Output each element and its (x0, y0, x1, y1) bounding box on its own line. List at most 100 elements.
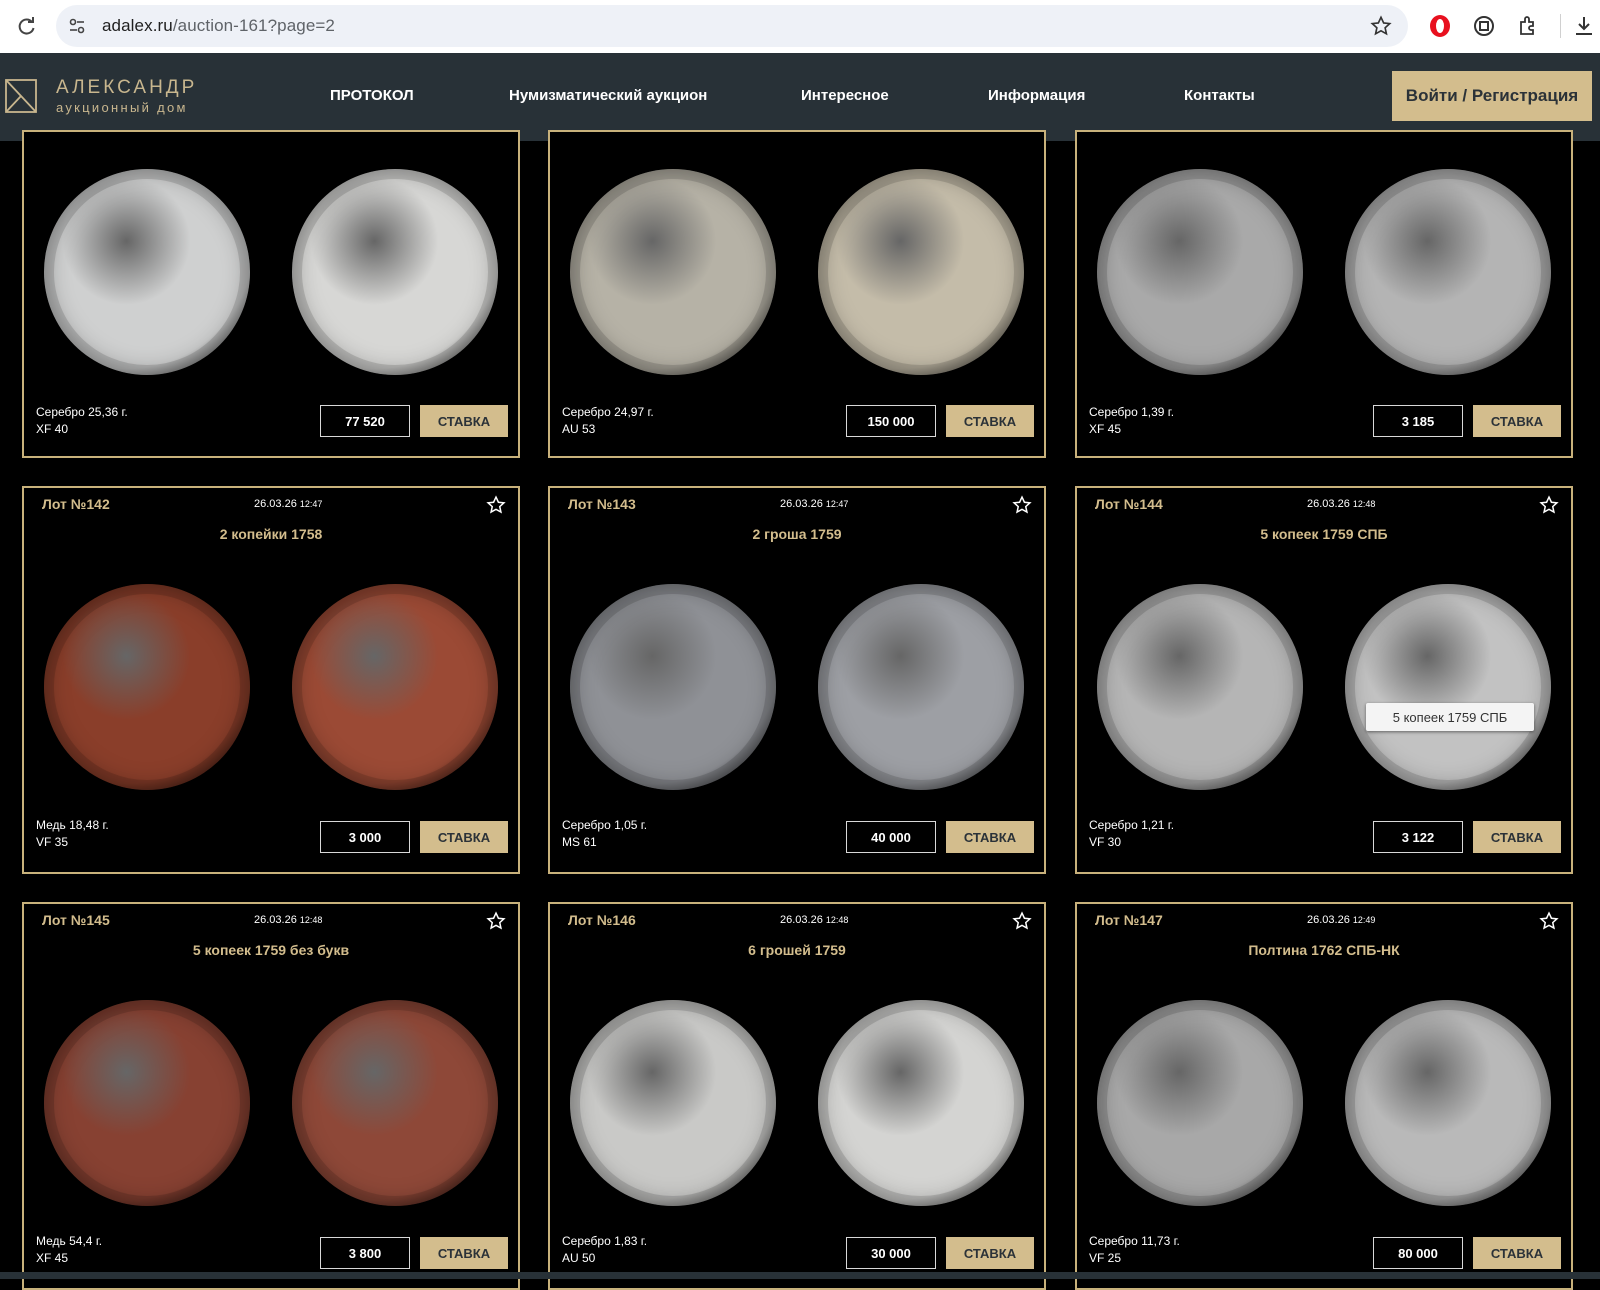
lot-title[interactable]: 6 грошей 1759 (550, 942, 1044, 958)
bookmark-star-icon[interactable] (1370, 15, 1392, 37)
bid-button[interactable]: СТАВКА (1473, 405, 1561, 437)
bid-button[interactable]: СТАВКА (946, 1237, 1034, 1269)
coin-obverse-image[interactable] (570, 169, 776, 375)
bid-button[interactable]: СТАВКА (420, 1237, 508, 1269)
lot-price: 3 800 (320, 1237, 410, 1269)
bid-button[interactable]: СТАВКА (420, 821, 508, 853)
logo-subtitle: аукционный дом (56, 100, 188, 115)
lot-card[interactable]: Лот №142 26.03.26 12:47 2 копейки 1758 Ме… (22, 486, 520, 874)
coin-rim (44, 169, 250, 375)
logo-icon[interactable] (4, 77, 38, 115)
url-path: /auction-161?page=2 (172, 16, 335, 35)
lot-card[interactable]: Лот №143 26.03.26 12:47 2 гроша 1759 Сере… (548, 486, 1046, 874)
favorite-star-icon[interactable] (1539, 911, 1559, 931)
lot-price: 77 520 (320, 405, 410, 437)
lot-card[interactable]: Серебро 1,39 г. XF 45 3 185 СТАВКА (1075, 130, 1573, 458)
coin-reverse-image[interactable] (818, 169, 1024, 375)
lot-date: 26.03.26 (254, 914, 297, 926)
reload-icon[interactable] (14, 14, 38, 38)
favorite-star-icon[interactable] (486, 911, 506, 931)
screen-capture-icon[interactable] (1472, 14, 1496, 38)
favorite-star-icon[interactable] (1539, 495, 1559, 515)
lot-price: 80 000 (1373, 1237, 1463, 1269)
coin-obverse-image[interactable] (570, 1000, 776, 1206)
favorite-star-icon[interactable] (1012, 495, 1032, 515)
nav-numismatic-auction[interactable]: Нумизматический аукцион (509, 87, 707, 104)
coin-rim (570, 1000, 776, 1206)
lot-card[interactable]: Лот №144 26.03.26 12:48 5 копеек 1759 СПБ… (1075, 486, 1573, 874)
bid-button[interactable]: СТАВКА (1473, 1237, 1561, 1269)
favorite-star-icon[interactable] (486, 495, 506, 515)
lot-number[interactable]: Лот №147 (1095, 912, 1163, 928)
lot-card[interactable]: Серебро 24,97 г. AU 53 150 000 СТАВКА (548, 130, 1046, 458)
coin-obverse-image[interactable] (1097, 1000, 1303, 1206)
coin-reverse-image[interactable] (1345, 1000, 1551, 1206)
lot-number[interactable]: Лот №143 (568, 496, 636, 512)
coin-obverse-image[interactable] (44, 169, 250, 375)
logo-text[interactable]: АЛЕКСАНДР аукционный дом (56, 77, 197, 115)
bid-button[interactable]: СТАВКА (420, 405, 508, 437)
lot-title[interactable]: 5 копеек 1759 без букв (24, 942, 518, 958)
lot-title[interactable]: 2 копейки 1758 (24, 526, 518, 542)
browser-toolbar: adalex.ru/auction-161?page=2 (0, 0, 1600, 53)
page-bottom-edge (0, 1272, 1600, 1279)
lot-card[interactable]: Лот №147 26.03.26 12:49 Полтина 1762 СПБ-… (1075, 902, 1573, 1290)
url-text[interactable]: adalex.ru/auction-161?page=2 (102, 16, 335, 36)
nav-interesting[interactable]: Интересное (801, 87, 889, 104)
lot-datetime: 26.03.26 12:48 (254, 914, 322, 926)
lot-price: 3 000 (320, 821, 410, 853)
bid-button[interactable]: СТАВКА (1473, 821, 1561, 853)
address-bar[interactable]: adalex.ru/auction-161?page=2 (56, 5, 1408, 47)
lot-number[interactable]: Лот №146 (568, 912, 636, 928)
lot-title[interactable]: 5 копеек 1759 СПБ (1077, 526, 1571, 542)
coin-obverse-image[interactable] (1097, 584, 1303, 790)
lot-material: Серебро 11,73 г. (1089, 1234, 1180, 1248)
coin-rim (1097, 169, 1303, 375)
lot-title[interactable]: 2 гроша 1759 (550, 526, 1044, 542)
extensions-puzzle-icon[interactable] (1516, 14, 1540, 38)
nav-contacts[interactable]: Контакты (1184, 87, 1255, 104)
lot-material: Серебро 1,83 г. (562, 1234, 648, 1248)
favorite-star-icon[interactable] (1012, 911, 1032, 931)
coin-reverse-image[interactable] (818, 584, 1024, 790)
lot-grade: XF 45 (36, 1251, 69, 1265)
lot-datetime: 26.03.26 12:47 (254, 498, 322, 510)
download-icon[interactable] (1572, 14, 1596, 38)
lot-date: 26.03.26 (254, 498, 297, 510)
lot-number[interactable]: Лот №144 (1095, 496, 1163, 512)
lot-card[interactable]: Лот №145 26.03.26 12:48 5 копеек 1759 без… (22, 902, 520, 1290)
lot-price: 3 122 (1373, 821, 1463, 853)
lot-grade: VF 25 (1089, 1251, 1122, 1265)
nav-protocol[interactable]: ПРОТОКОЛ (330, 87, 414, 104)
coin-obverse-image[interactable] (1097, 169, 1303, 375)
coin-reverse-image[interactable] (1345, 584, 1551, 790)
coin-reverse-image[interactable] (1345, 169, 1551, 375)
coin-rim (570, 169, 776, 375)
coin-reverse-image[interactable] (292, 169, 498, 375)
coin-rim (292, 1000, 498, 1206)
coin-rim (1097, 1000, 1303, 1206)
lot-number[interactable]: Лот №142 (42, 496, 110, 512)
opera-extension-icon[interactable] (1428, 14, 1452, 38)
bid-button[interactable]: СТАВКА (946, 405, 1034, 437)
site-header: АЛЕКСАНДР аукционный дом ПРОТОКОЛ Нумизм… (0, 53, 1600, 141)
lot-date: 26.03.26 (1307, 498, 1350, 510)
lot-card[interactable]: Серебро 25,36 г. XF 40 77 520 СТАВКА (22, 130, 520, 458)
coin-obverse-image[interactable] (44, 584, 250, 790)
coin-reverse-image[interactable] (292, 584, 498, 790)
lot-material: Серебро 1,21 г. (1089, 818, 1175, 832)
coin-reverse-image[interactable] (818, 1000, 1024, 1206)
lot-time: 12:47 (299, 499, 323, 509)
lot-grade: MS 61 (562, 835, 597, 849)
coin-obverse-image[interactable] (44, 1000, 250, 1206)
login-register-button[interactable]: Войти / Регистрация (1392, 71, 1592, 121)
lot-title[interactable]: Полтина 1762 СПБ-НК (1077, 942, 1571, 958)
site-info-icon[interactable] (66, 15, 88, 37)
bid-button[interactable]: СТАВКА (946, 821, 1034, 853)
lot-number[interactable]: Лот №145 (42, 912, 110, 928)
lot-card[interactable]: Лот №146 26.03.26 12:48 6 грошей 1759 Сер… (548, 902, 1046, 1290)
coin-obverse-image[interactable] (570, 584, 776, 790)
coin-rim (1345, 584, 1551, 790)
nav-information[interactable]: Информация (988, 87, 1085, 104)
coin-reverse-image[interactable] (292, 1000, 498, 1206)
